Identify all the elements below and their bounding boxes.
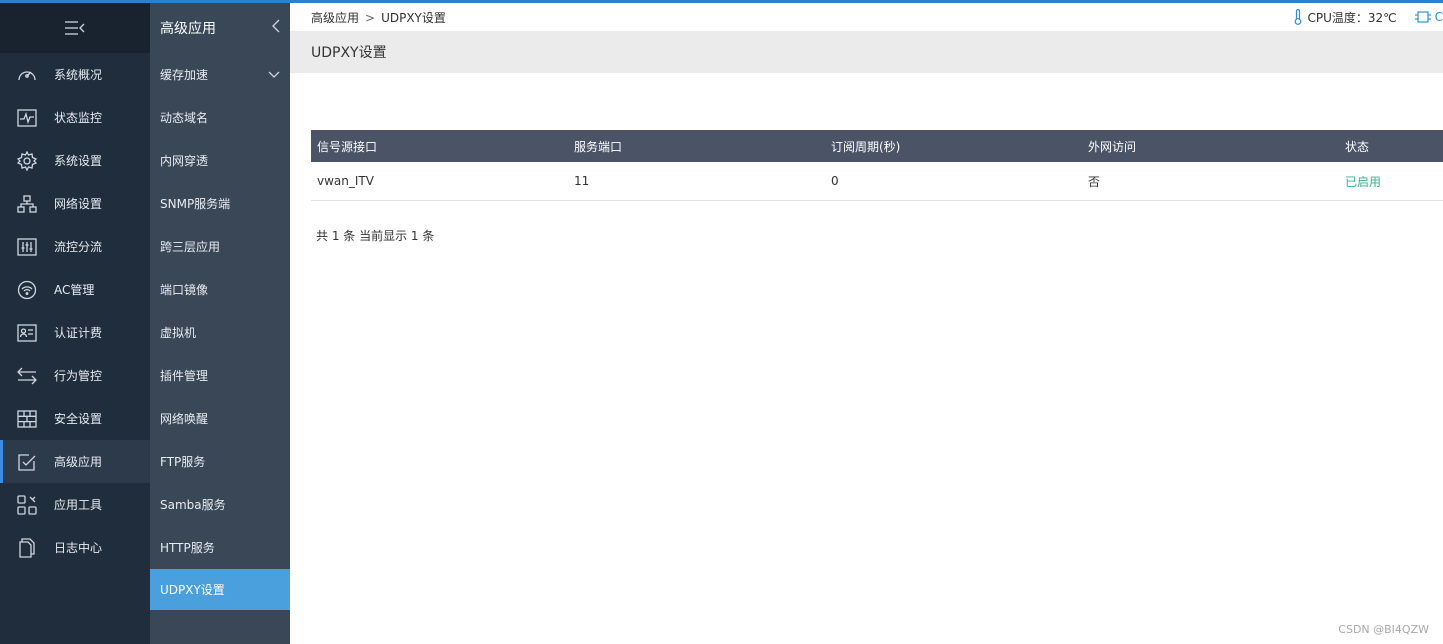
documents-icon bbox=[0, 537, 54, 558]
submenu-item-label: Samba服务 bbox=[160, 498, 226, 512]
sidebar-item-auth-billing[interactable]: 认证计费 bbox=[0, 311, 150, 354]
breadcrumb-separator: > bbox=[365, 10, 376, 25]
sidebar-item-security-settings[interactable]: 安全设置 bbox=[0, 397, 150, 440]
gear-icon bbox=[0, 150, 54, 171]
submenu-item-label: 虚拟机 bbox=[160, 326, 197, 340]
sidebar-item-flow-control[interactable]: 流控分流 bbox=[0, 225, 150, 268]
sidebar-item-label: 安全设置 bbox=[54, 412, 103, 426]
sidebar-item-label: 认证计费 bbox=[54, 326, 103, 340]
submenu-item-label: 端口镜像 bbox=[160, 283, 209, 297]
sidebar-item-log-center[interactable]: 日志中心 bbox=[0, 526, 150, 569]
sidebar-item-label: 应用工具 bbox=[54, 498, 103, 512]
thermometer-icon bbox=[1293, 9, 1303, 25]
breadcrumb-parent[interactable]: 高级应用 bbox=[311, 11, 359, 25]
submenu-item-udpxy-settings[interactable]: UDPXY设置 bbox=[150, 569, 290, 610]
submenu-item-http-service[interactable]: HTTP服务 bbox=[150, 526, 290, 569]
pagination-summary: 共 1 条 当前显示 1 条 bbox=[316, 229, 435, 243]
cpu-chip-icon bbox=[1414, 10, 1431, 24]
submenu-item-label: SNMP服务端 bbox=[160, 197, 231, 211]
sidebar-item-label: 系统概况 bbox=[54, 68, 103, 82]
submenu-item-label: FTP服务 bbox=[160, 455, 206, 469]
apps-grid-icon bbox=[0, 494, 54, 515]
column-header-status[interactable]: 状态 bbox=[1339, 138, 1439, 155]
column-header-external-access[interactable]: 外网访问 bbox=[1082, 138, 1339, 155]
sidebar-item-label: 网络设置 bbox=[54, 197, 103, 211]
submenu-item-label: 动态域名 bbox=[160, 111, 209, 125]
submenu-item-label: 插件管理 bbox=[160, 369, 209, 383]
cell-external-access: 否 bbox=[1088, 174, 1101, 189]
sidebar-item-system-settings[interactable]: 系统设置 bbox=[0, 139, 150, 182]
collapse-submenu-icon[interactable] bbox=[272, 19, 280, 37]
column-header-port[interactable]: 服务端口 bbox=[568, 138, 825, 155]
id-card-icon bbox=[0, 323, 54, 342]
sidebar-item-ac-management[interactable]: AC管理 bbox=[0, 268, 150, 311]
submenu-item-ftp-service[interactable]: FTP服务 bbox=[150, 440, 290, 483]
udpxy-table: 信号源接口 服务端口 订阅周期(秒) 外网访问 状态 vwan_ITV 11 0… bbox=[311, 130, 1443, 201]
sidebar-item-label: 系统设置 bbox=[54, 154, 103, 168]
sidebar-item-network-settings[interactable]: 网络设置 bbox=[0, 182, 150, 225]
breadcrumb: 高级应用 > UDPXY设置 bbox=[311, 9, 446, 26]
top-info-bar: 高级应用 > UDPXY设置 CPU温度：32℃ C bbox=[290, 3, 1443, 31]
sidebar-item-status-monitor[interactable]: 状态监控 bbox=[0, 96, 150, 139]
menu-toggle-button[interactable] bbox=[0, 3, 150, 53]
sidebar-item-behavior-control[interactable]: 行为管控 bbox=[0, 354, 150, 397]
sidebar-item-label: 高级应用 bbox=[54, 455, 103, 469]
submenu-header: 高级应用 bbox=[150, 3, 290, 53]
cell-period: 0 bbox=[831, 174, 839, 188]
sidebar-item-label: 状态监控 bbox=[54, 111, 103, 125]
submenu-item-wake-on-lan[interactable]: 网络唤醒 bbox=[150, 397, 290, 440]
menu-collapse-icon bbox=[64, 20, 86, 36]
sidebar-item-label: 行为管控 bbox=[54, 369, 103, 383]
submenu-item-nat-traversal[interactable]: 内网穿透 bbox=[150, 139, 290, 182]
submenu-item-label: 内网穿透 bbox=[160, 154, 209, 168]
cell-interface: vwan_ITV bbox=[317, 174, 374, 188]
main-content: 高级应用 > UDPXY设置 CPU温度：32℃ C UDPXY设置 信号源接口 服… bbox=[290, 3, 1443, 644]
dashboard-icon bbox=[0, 66, 54, 84]
submenu-item-label: UDPXY设置 bbox=[160, 583, 225, 597]
submenu-item-virtual-machine[interactable]: 虚拟机 bbox=[150, 311, 290, 354]
sliders-icon bbox=[0, 237, 54, 256]
sidebar-item-system-overview[interactable]: 系统概况 bbox=[0, 53, 150, 96]
secondary-sidebar: 高级应用 缓存加速 动态域名 内网穿透 SNMP服务端 跨三层应用 端口镜像 虚… bbox=[150, 3, 290, 644]
submenu-item-label: 跨三层应用 bbox=[160, 240, 221, 254]
page-title: UDPXY设置 bbox=[311, 45, 387, 61]
submenu-title: 高级应用 bbox=[160, 21, 216, 37]
submenu-item-cross-layer3[interactable]: 跨三层应用 bbox=[150, 225, 290, 268]
cpu-temperature: CPU温度：32℃ bbox=[1307, 10, 1397, 25]
cpu-usage-partial: C bbox=[1434, 10, 1443, 24]
submenu-item-label: 缓存加速 bbox=[160, 68, 209, 82]
chevron-down-icon bbox=[268, 68, 280, 82]
sidebar-item-label: 日志中心 bbox=[54, 541, 103, 555]
watermark: CSDN @BI4QZW bbox=[1338, 623, 1429, 636]
firewall-icon bbox=[0, 409, 54, 428]
wifi-ap-icon bbox=[0, 280, 54, 300]
column-header-interface[interactable]: 信号源接口 bbox=[311, 138, 568, 155]
submenu-item-snmp-server[interactable]: SNMP服务端 bbox=[150, 182, 290, 225]
checked-box-icon bbox=[0, 452, 54, 472]
primary-sidebar: 系统概况 状态监控 系统设置 网络设置 流控分流 AC管理 认证计费 行为管控 … bbox=[0, 3, 150, 644]
cell-port: 11 bbox=[574, 174, 590, 188]
submenu-item-samba-service[interactable]: Samba服务 bbox=[150, 483, 290, 526]
sidebar-item-label: AC管理 bbox=[54, 283, 95, 297]
sidebar-item-advanced-apps[interactable]: 高级应用 bbox=[0, 440, 150, 483]
system-status: CPU温度：32℃ C bbox=[1293, 9, 1443, 26]
column-header-period[interactable]: 订阅周期(秒) bbox=[825, 138, 1082, 155]
submenu-item-cache-acceleration[interactable]: 缓存加速 bbox=[150, 53, 290, 96]
page-title-bar: UDPXY设置 bbox=[290, 31, 1443, 73]
table-row[interactable]: vwan_ITV 11 0 否 已启用 bbox=[311, 162, 1443, 201]
breadcrumb-current: UDPXY设置 bbox=[381, 10, 446, 25]
swap-arrows-icon bbox=[0, 367, 54, 385]
submenu-item-ddns[interactable]: 动态域名 bbox=[150, 96, 290, 139]
submenu-item-label: 网络唤醒 bbox=[160, 412, 209, 426]
monitor-pulse-icon bbox=[0, 108, 54, 127]
sidebar-item-label: 流控分流 bbox=[54, 240, 103, 254]
network-tree-icon bbox=[0, 194, 54, 213]
table-header: 信号源接口 服务端口 订阅周期(秒) 外网访问 状态 bbox=[311, 130, 1443, 162]
status-badge[interactable]: 已启用 bbox=[1339, 173, 1439, 190]
sidebar-item-app-tools[interactable]: 应用工具 bbox=[0, 483, 150, 526]
submenu-item-plugin-management[interactable]: 插件管理 bbox=[150, 354, 290, 397]
submenu-item-port-mirror[interactable]: 端口镜像 bbox=[150, 268, 290, 311]
submenu-item-label: HTTP服务 bbox=[160, 541, 215, 555]
